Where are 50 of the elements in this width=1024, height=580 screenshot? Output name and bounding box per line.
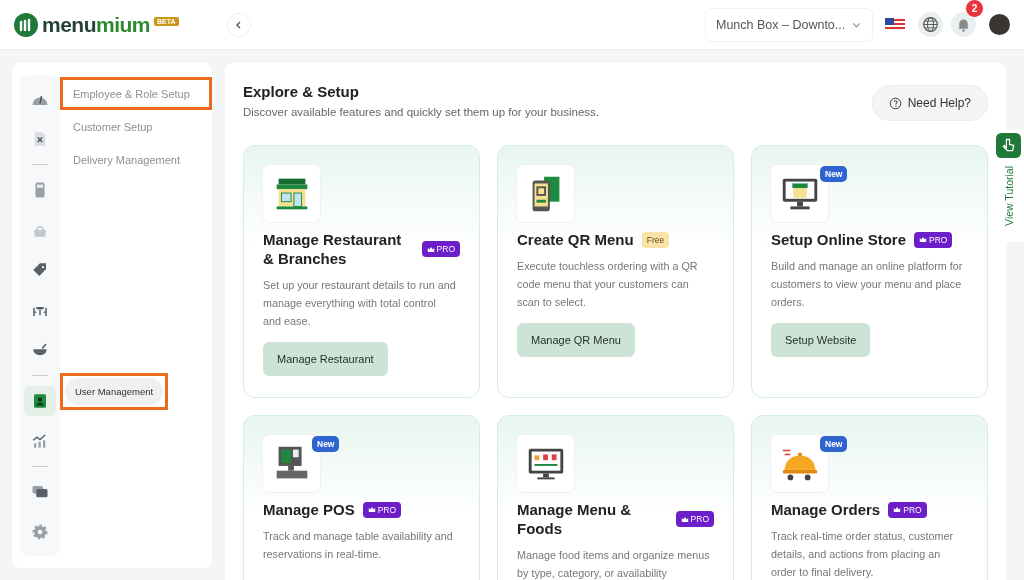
crown-icon bbox=[367, 506, 376, 513]
notification-count: 2 bbox=[965, 0, 984, 18]
card-description: Manage food items and organize menus by type, category, or availability bbox=[517, 548, 711, 580]
crown-icon bbox=[426, 245, 435, 253]
tag-icon bbox=[31, 261, 49, 279]
card-description: Build and manage an online platform for customers to view your menu and place orders. bbox=[771, 259, 964, 310]
card-title: Setup Online Store bbox=[771, 230, 906, 249]
crown-icon bbox=[893, 506, 902, 513]
plan-badge: PRO bbox=[362, 501, 402, 518]
new-badge: New bbox=[820, 436, 848, 452]
plan-badge: Free bbox=[641, 231, 670, 248]
avatar[interactable] bbox=[989, 14, 1010, 35]
plan-badge: PRO bbox=[914, 231, 953, 248]
page-subtitle: Discover available features and quickly set them up for your business. bbox=[243, 106, 600, 118]
help-icon bbox=[888, 96, 902, 110]
user-icon bbox=[31, 392, 49, 410]
card-title: Manage Orders bbox=[771, 500, 881, 519]
card-description: Execute touchless ordering with a QR code menu that your customers can scan to select. bbox=[517, 259, 699, 310]
page-title: Explore & Setup bbox=[243, 83, 360, 100]
plan-badge: PRO bbox=[675, 511, 714, 527]
globe-icon bbox=[922, 16, 939, 33]
store-select[interactable]: Munch Box – Downto... bbox=[705, 7, 873, 42]
card-description: Set up your restaurant details to run and manage everything with total control and ease. bbox=[263, 278, 457, 329]
card-description: Track real-time order status, customer details, and actions from placing an order to final delivery. bbox=[771, 529, 954, 580]
new-badge: New bbox=[312, 436, 340, 452]
nav-item[interactable] bbox=[24, 386, 56, 416]
language-button[interactable] bbox=[918, 12, 943, 37]
notification-button[interactable] bbox=[951, 12, 976, 37]
card-action-button[interactable]: Manage Restaurant bbox=[263, 342, 388, 376]
plan-badge: PRO bbox=[421, 241, 460, 257]
card-title: Manage Menu & Foods bbox=[517, 500, 633, 538]
new-badge: New bbox=[820, 166, 848, 182]
pointer-icon bbox=[996, 133, 1021, 158]
card-title: Manage Restaurant & Branches bbox=[263, 230, 403, 268]
card-action-button[interactable]: Manage QR Menu bbox=[517, 323, 635, 357]
help-button[interactable]: Need Help? bbox=[871, 85, 988, 121]
card-action-button[interactable]: Setup Website bbox=[771, 323, 871, 357]
logo-icon bbox=[14, 12, 38, 37]
settings-icon bbox=[31, 523, 49, 541]
chart-icon bbox=[31, 432, 49, 450]
view-tutorial-tab[interactable]: View Tutorial bbox=[993, 130, 1024, 242]
crown-icon bbox=[680, 515, 689, 523]
crown-icon bbox=[919, 236, 927, 243]
plan-badge: PRO bbox=[888, 501, 927, 518]
logo-text: menumium bbox=[42, 12, 151, 37]
user-management-item[interactable]: User Management bbox=[60, 373, 169, 410]
flag-icon[interactable] bbox=[885, 17, 905, 32]
card-title: Create QR Menu bbox=[517, 230, 634, 249]
card-title: Manage POS bbox=[263, 500, 355, 519]
card-description: Track and manage table availability and reservations in real-time. bbox=[263, 529, 454, 562]
